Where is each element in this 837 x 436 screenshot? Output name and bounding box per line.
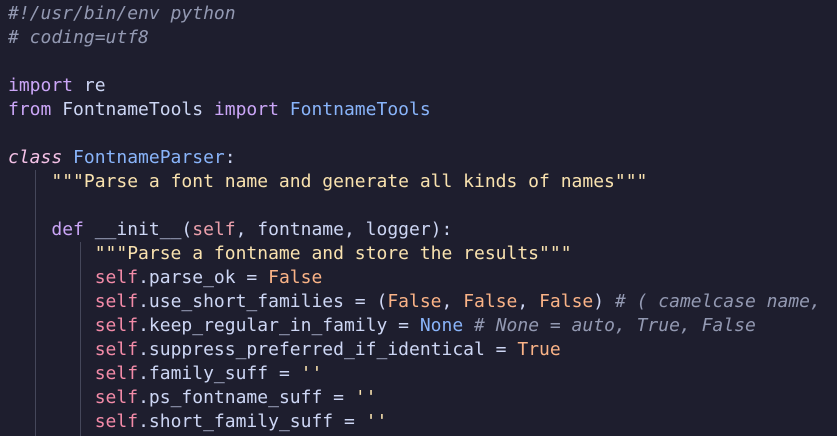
code-token: .ps_fontname_suff = <box>138 387 355 408</box>
code-line[interactable]: self.parse_ok = False <box>8 266 323 290</box>
code-token: .family_suff = <box>138 363 301 384</box>
code-token: True <box>517 339 561 360</box>
code-token: """Parse a font name and generate all ki… <box>51 171 648 192</box>
code-token: def <box>51 219 84 240</box>
code-token: from <box>8 99 52 120</box>
code-token: False <box>539 291 594 312</box>
code-token: self <box>94 315 139 336</box>
code-token: None <box>419 315 464 336</box>
code-token: self <box>94 291 139 312</box>
code-line[interactable]: import re <box>8 74 106 98</box>
code-token: FontnameParser <box>62 147 225 168</box>
code-token: '' <box>365 411 388 432</box>
code-token: self <box>192 219 236 240</box>
code-line[interactable]: # coding=utf8 <box>8 26 149 50</box>
code-line[interactable]: """Parse a fontname and store the result… <box>8 242 572 266</box>
code-line[interactable]: self.family_suff = '' <box>8 362 323 386</box>
code-token: FontnameTools <box>278 99 431 120</box>
code-token: , <box>517 291 540 312</box>
code-line[interactable]: from FontnameTools import FontnameTools <box>8 98 431 122</box>
code-line[interactable]: self.use_short_families = (False, False,… <box>8 290 832 314</box>
code-line[interactable]: self.keep_regular_in_family = None # Non… <box>8 314 756 338</box>
code-token: FontnameTools <box>51 99 214 120</box>
code-token: , <box>441 291 464 312</box>
code-token: False <box>463 291 518 312</box>
code-token: .use_short_families = ( <box>138 291 388 312</box>
code-token: # coding=utf8 <box>8 27 149 48</box>
code-token: : <box>224 147 236 168</box>
code-token: #!/usr/bin/env python <box>8 3 236 24</box>
code-token: .suppress_preferred_if_identical = <box>138 339 518 360</box>
code-token: self <box>94 363 139 384</box>
code-token: __init__( <box>83 219 193 240</box>
code-token: re <box>73 75 106 96</box>
code-token: self <box>94 339 139 360</box>
code-token: import <box>213 99 279 120</box>
code-token: ) <box>593 291 615 312</box>
code-line[interactable]: class FontnameParser: <box>8 146 236 170</box>
code-token: self <box>94 411 139 432</box>
code-token: class <box>8 147 63 168</box>
code-editor[interactable]: #!/usr/bin/env python # coding=utf8 import… <box>0 0 837 436</box>
code-token: .parse_ok = <box>138 267 269 288</box>
code-token: '' <box>300 363 323 384</box>
code-token: # None = auto, True, False <box>463 315 756 336</box>
code-line[interactable]: self.short_family_suff = '' <box>8 410 388 434</box>
code-line[interactable]: def __init__(self, fontname, logger): <box>8 218 452 242</box>
code-token: """Parse a fontname and store the result… <box>94 243 572 264</box>
code-line[interactable]: #!/usr/bin/env python <box>8 2 236 26</box>
code-token: .keep_regular_in_family = <box>138 315 420 336</box>
code-line[interactable]: """Parse a font name and generate all ki… <box>8 170 647 194</box>
code-token: self <box>94 267 139 288</box>
code-line[interactable]: self.ps_fontname_suff = '' <box>8 386 377 410</box>
code-token: False <box>387 291 442 312</box>
code-token: , fontname, logger): <box>235 219 453 240</box>
code-token: import <box>8 75 74 96</box>
code-token: False <box>268 267 323 288</box>
code-line[interactable]: self.suppress_preferred_if_identical = T… <box>8 338 561 362</box>
code-token: .short_family_suff = <box>138 411 366 432</box>
code-token: # ( camelcase name, <box>614 291 832 312</box>
code-token: '' <box>354 387 377 408</box>
code-token: self <box>94 387 139 408</box>
